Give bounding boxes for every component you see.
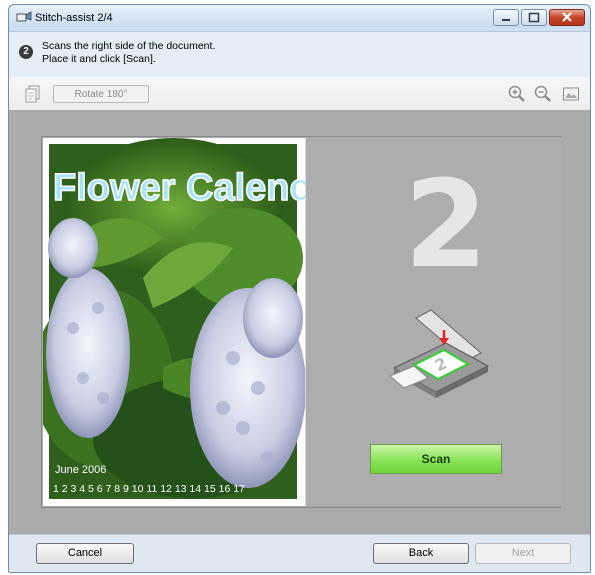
photo-date-text: June 2006 <box>55 464 106 476</box>
instruction-text-line2: Place it and click [Scan]. <box>42 53 156 65</box>
back-button[interactable]: Back <box>373 543 469 564</box>
scanner-illustration-icon: 2 <box>386 308 496 403</box>
minimize-button[interactable] <box>493 9 519 26</box>
scan-button[interactable]: Scan <box>370 444 502 474</box>
maximize-button[interactable] <box>521 9 547 26</box>
flower-calendar-photo: Flower Calenc June 2006 1 2 3 4 5 6 7 8 … <box>43 138 305 506</box>
toolbar: Rotate 180° <box>9 77 590 111</box>
fit-to-window-icon[interactable] <box>562 85 580 103</box>
minimize-icon <box>502 19 510 21</box>
stitch-assist-window: Stitch-assist 2/4 2 Scans the right side… <box>8 4 591 573</box>
instruction-text-line1: Scans the right side of the document. <box>42 40 216 52</box>
section-number: 2 <box>404 156 488 295</box>
next-button[interactable]: Next <box>475 543 571 564</box>
zoom-in-icon[interactable] <box>507 84 527 104</box>
title-bar[interactable]: Stitch-assist 2/4 <box>9 5 590 31</box>
next-section-placeholder: 2 2 Scan <box>305 138 561 506</box>
step-number-icon: 2 <box>19 45 33 59</box>
calendar-days-text: 1 2 3 4 5 6 7 8 9 10 11 12 13 14 15 16 1… <box>53 483 245 495</box>
close-icon <box>562 12 572 22</box>
zoom-out-icon[interactable] <box>533 84 553 104</box>
maximize-icon <box>528 12 540 23</box>
cancel-button[interactable]: Cancel <box>36 543 134 564</box>
preview-workspace: Flower Calenc June 2006 1 2 3 4 5 6 7 8 … <box>9 110 590 534</box>
app-icon <box>16 10 32 24</box>
window-title: Stitch-assist 2/4 <box>35 12 113 24</box>
rotate-180-button[interactable]: Rotate 180° <box>53 85 149 103</box>
footer-bar: Cancel Back Next <box>9 534 590 572</box>
instruction-panel: 2 Scans the right side of the document. … <box>9 31 590 79</box>
photo-title-text: Flower Calenc <box>53 167 305 209</box>
stitch-preview-frame: Flower Calenc June 2006 1 2 3 4 5 6 7 8 … <box>41 136 561 508</box>
document-pages-icon[interactable] <box>23 84 43 104</box>
close-button[interactable] <box>549 9 585 26</box>
scanned-left-image: Flower Calenc June 2006 1 2 3 4 5 6 7 8 … <box>43 138 305 506</box>
